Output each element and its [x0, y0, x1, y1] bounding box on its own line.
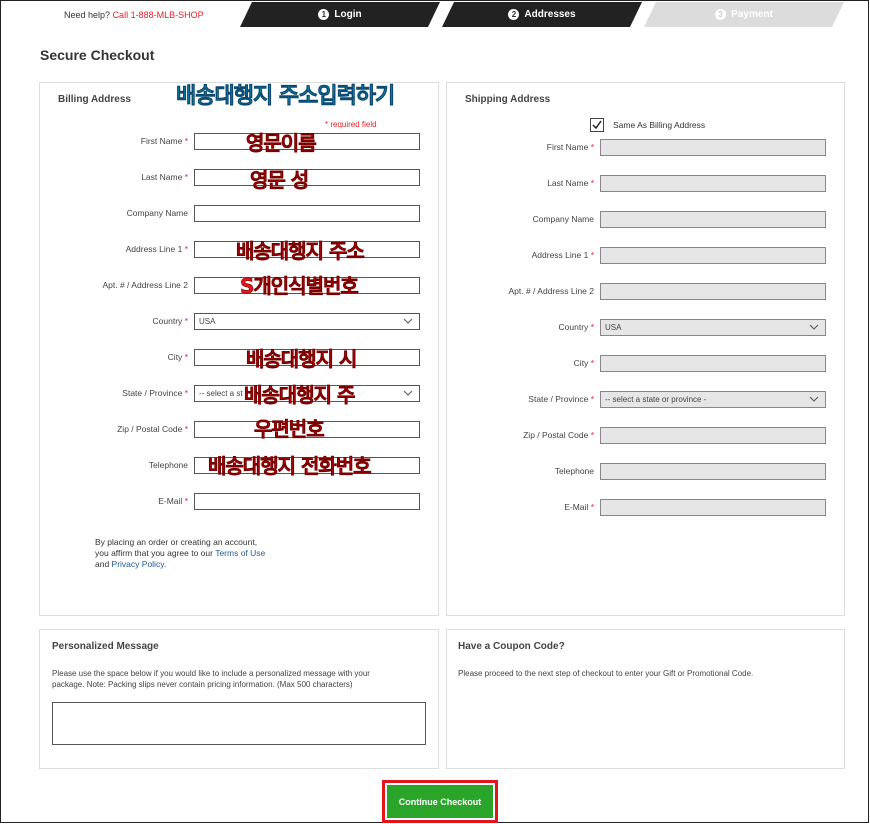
- shipping-label-9: Telephone: [554, 466, 594, 476]
- billing-label-4: Apt. # / Address Line 2: [102, 280, 188, 290]
- step-1-badge: 1: [318, 9, 330, 20]
- annotation-city: 배송대행지 시: [246, 347, 358, 372]
- shipping-panel: [446, 82, 845, 616]
- annotation-heading: 배송대행지 주소입력하기: [176, 84, 396, 110]
- same-as-billing-label: Same As Billing Address: [613, 120, 706, 130]
- shipping-last-name-input[interactable]: [600, 175, 826, 192]
- annotation-zip: 우편번호: [254, 417, 325, 442]
- chevron-down-icon: [809, 396, 819, 402]
- chevron-down-icon: [809, 324, 819, 330]
- annotation-last-name: 영문 성: [250, 168, 310, 193]
- shipping-label-3: Address Line 1 *: [531, 250, 594, 260]
- billing-label-0: First Name *: [140, 136, 188, 146]
- billing-label-8: Zip / Postal Code *: [117, 424, 188, 434]
- step-addresses-label: Addresses: [524, 9, 576, 20]
- billing-label-7: State / Province *: [122, 388, 188, 398]
- required-asterisk: *: [590, 250, 594, 260]
- chevron-down-icon: [403, 390, 413, 396]
- billing-label-6: City *: [167, 352, 188, 362]
- step-3-badge: 3: [715, 9, 727, 20]
- billing-country-select[interactable]: USA: [194, 313, 420, 330]
- step-login-label: Login: [334, 9, 362, 20]
- shipping-title: Shipping Address: [465, 94, 551, 105]
- billing-e-mail-input[interactable]: [194, 493, 420, 510]
- required-asterisk: *: [184, 244, 188, 254]
- shipping-label-8: Zip / Postal Code *: [523, 430, 594, 440]
- step-payment: 3 Payment: [644, 2, 844, 27]
- shipping-label-4: Apt. # / Address Line 2: [508, 286, 594, 296]
- shipping-country-select[interactable]: USA: [600, 319, 826, 336]
- step-2-badge: 2: [508, 9, 520, 20]
- required-asterisk: *: [590, 430, 594, 440]
- required-asterisk: *: [590, 322, 594, 332]
- step-login[interactable]: 1 Login: [240, 2, 440, 27]
- billing-label-1: Last Name *: [141, 172, 188, 182]
- message-instructions-1: Please use the space below if you would …: [52, 669, 370, 678]
- legal-notice: By placing an order or creating an accou…: [95, 537, 266, 569]
- required-asterisk: *: [184, 172, 188, 182]
- step-payment-label: Payment: [731, 9, 773, 20]
- coupon-text: Please proceed to the next step of check…: [458, 669, 754, 678]
- shipping-state-province-select[interactable]: -- select a state or province -: [600, 391, 826, 408]
- message-title: Personalized Message: [52, 641, 159, 652]
- page-title: Secure Checkout: [40, 47, 155, 63]
- privacy-policy-link[interactable]: Privacy Policy: [112, 559, 164, 569]
- shipping-telephone-input[interactable]: [600, 463, 826, 480]
- billing-label-2: Company Name: [126, 208, 188, 218]
- step-addresses[interactable]: 2 Addresses: [442, 2, 642, 27]
- annotation-state: 배송대행지 주: [244, 383, 356, 408]
- shipping-zip-postal-code-input[interactable]: [600, 427, 826, 444]
- required-note: * required field: [325, 120, 377, 129]
- shipping-label-10: E-Mail *: [564, 502, 594, 512]
- required-asterisk: *: [184, 136, 188, 146]
- annotation-address1: 배송대행지 주소: [236, 239, 365, 264]
- terms-of-use-link[interactable]: Terms of Use: [215, 548, 265, 558]
- shipping-label-1: Last Name *: [547, 178, 594, 188]
- shipping-address-line-1-input[interactable]: [600, 247, 826, 264]
- message-instructions-2: package. Note: Packing slips never conta…: [52, 680, 353, 689]
- billing-label-3: Address Line 1 *: [125, 244, 188, 254]
- shipping-label-0: First Name *: [546, 142, 594, 152]
- required-asterisk: *: [184, 388, 188, 398]
- billing-company-name-input[interactable]: [194, 205, 420, 222]
- help-text: Need help? Call 1-888-MLB-SHOP: [64, 10, 204, 20]
- required-asterisk: *: [590, 178, 594, 188]
- billing-title: Billing Address: [58, 94, 131, 105]
- chevron-down-icon: [403, 318, 413, 324]
- billing-label-9: Telephone: [148, 460, 188, 470]
- shipping-first-name-input[interactable]: [600, 139, 826, 156]
- shipping-label-7: State / Province *: [528, 394, 594, 404]
- shipping-label-6: City *: [573, 358, 594, 368]
- billing-label-10: E-Mail *: [158, 496, 188, 506]
- check-icon: [592, 120, 602, 130]
- required-asterisk: *: [590, 358, 594, 368]
- shipping-label-5: Country *: [558, 322, 594, 332]
- required-asterisk: *: [184, 316, 188, 326]
- help-phone-link[interactable]: Call 1-888-MLB-SHOP: [113, 10, 204, 20]
- annotation-address2: S개인식별번호: [240, 274, 359, 299]
- annotation-first-name: 영문이름: [246, 131, 317, 156]
- same-as-billing-checkbox[interactable]: [590, 118, 604, 132]
- required-asterisk: *: [184, 496, 188, 506]
- shipping-company-name-input[interactable]: [600, 211, 826, 228]
- annotation-telephone: 배송대행지 전화번호: [208, 454, 372, 479]
- required-asterisk: *: [184, 424, 188, 434]
- required-asterisk: *: [590, 142, 594, 152]
- shipping-label-2: Company Name: [532, 214, 594, 224]
- continue-checkout-button[interactable]: Continue Checkout: [387, 785, 493, 818]
- shipping-e-mail-input[interactable]: [600, 499, 826, 516]
- coupon-title: Have a Coupon Code?: [458, 641, 565, 652]
- personalized-message-input[interactable]: [52, 702, 426, 745]
- billing-label-5: Country *: [152, 316, 188, 326]
- shipping-apt-address-line-2-input[interactable]: [600, 283, 826, 300]
- shipping-city-input[interactable]: [600, 355, 826, 372]
- checkout-header: Need help? Call 1-888-MLB-SHOP 1 Login 2…: [0, 0, 870, 30]
- required-asterisk: *: [590, 502, 594, 512]
- required-asterisk: *: [184, 352, 188, 362]
- required-asterisk: *: [590, 394, 594, 404]
